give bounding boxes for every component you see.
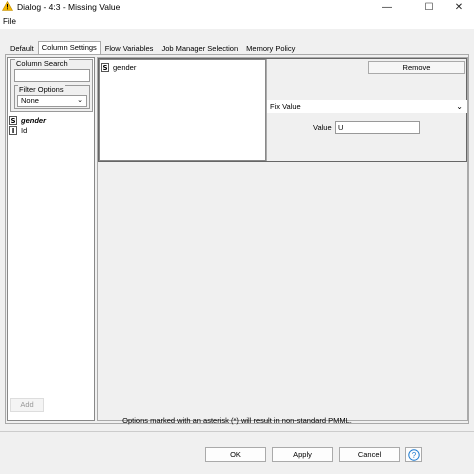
tab-default[interactable]: Default (6, 42, 38, 54)
minimize-icon: — (382, 1, 392, 13)
apply-button[interactable]: Apply (272, 447, 333, 462)
warning-triangle-icon (2, 1, 13, 11)
divider (0, 431, 474, 432)
chevron-down-icon: ⌄ (456, 102, 463, 111)
method-select[interactable]: Fix Value ⌄ (267, 100, 467, 113)
close-icon: ✕ (454, 1, 464, 13)
setting-options: Remove Fix Value ⌄ Value (266, 59, 467, 161)
window-title: Dialog - 4:3 - Missing Value (17, 2, 121, 12)
tab-memory-policy[interactable]: Memory Policy (242, 42, 299, 54)
dialog-body: Default Column Settings Flow Variables J… (0, 29, 474, 474)
column-name: gender (21, 115, 47, 125)
column-name: Id (21, 125, 28, 135)
column-list: S gender I Id (9, 115, 93, 135)
column-settings-panel: Column Search Filter Options None ⌄ S ge… (5, 54, 469, 424)
add-button[interactable]: Add (10, 398, 44, 412)
filter-selected-value: None (21, 96, 39, 105)
help-button[interactable]: ? (405, 447, 422, 462)
minimize-button[interactable]: — (372, 0, 402, 14)
filter-options-select[interactable]: None ⌄ (17, 95, 87, 107)
close-button[interactable]: ✕ (444, 0, 474, 14)
string-type-icon: S (9, 115, 17, 125)
column-list-panel: Column Search Filter Options None ⌄ S ge… (7, 57, 95, 421)
filter-options-group: Filter Options None ⌄ (14, 85, 90, 109)
menu-file[interactable]: File (3, 17, 16, 26)
tab-column-settings[interactable]: Column Settings (37, 41, 101, 54)
value-input[interactable] (335, 121, 420, 134)
pmml-note: Options marked with an asterisk (*) will… (122, 416, 352, 425)
maximize-icon: ☐ (424, 1, 434, 13)
ok-button[interactable]: OK (205, 447, 266, 462)
list-item-gender[interactable]: S gender (101, 62, 265, 72)
maximize-button[interactable]: ☐ (414, 0, 444, 14)
list-item-gender[interactable]: S gender (9, 115, 93, 125)
remove-button[interactable]: Remove (368, 61, 465, 74)
column-search-group: Column Search Filter Options None ⌄ (10, 59, 93, 112)
method-selected-value: Fix Value (270, 102, 301, 111)
tab-bar: Default Column Settings Flow Variables J… (6, 41, 299, 54)
menu-bar: File (0, 14, 474, 29)
column-name: gender (113, 62, 137, 72)
help-icon: ? (407, 448, 420, 461)
tab-flow-variables[interactable]: Flow Variables (101, 42, 158, 54)
cancel-button[interactable]: Cancel (339, 447, 400, 462)
list-item-id[interactable]: I Id (9, 125, 93, 135)
column-search-legend: Column Search (15, 59, 69, 68)
chevron-down-icon: ⌄ (77, 97, 83, 104)
column-search-input[interactable] (14, 69, 90, 82)
setting-column-list: S gender (99, 59, 266, 161)
value-label: Value (313, 123, 332, 132)
setting-row: S gender Remove Fix Value ⌄ Value (98, 58, 467, 162)
column-settings-area: S gender Remove Fix Value ⌄ Value (97, 57, 468, 421)
tab-job-manager-selection[interactable]: Job Manager Selection (157, 42, 242, 54)
integer-type-icon: I (9, 125, 17, 135)
string-type-icon: S (101, 62, 109, 72)
filter-options-legend: Filter Options (18, 85, 65, 94)
title-bar: Dialog - 4:3 - Missing Value — ☐ ✕ (0, 0, 474, 14)
help-icon-glyph: ? (411, 450, 416, 459)
